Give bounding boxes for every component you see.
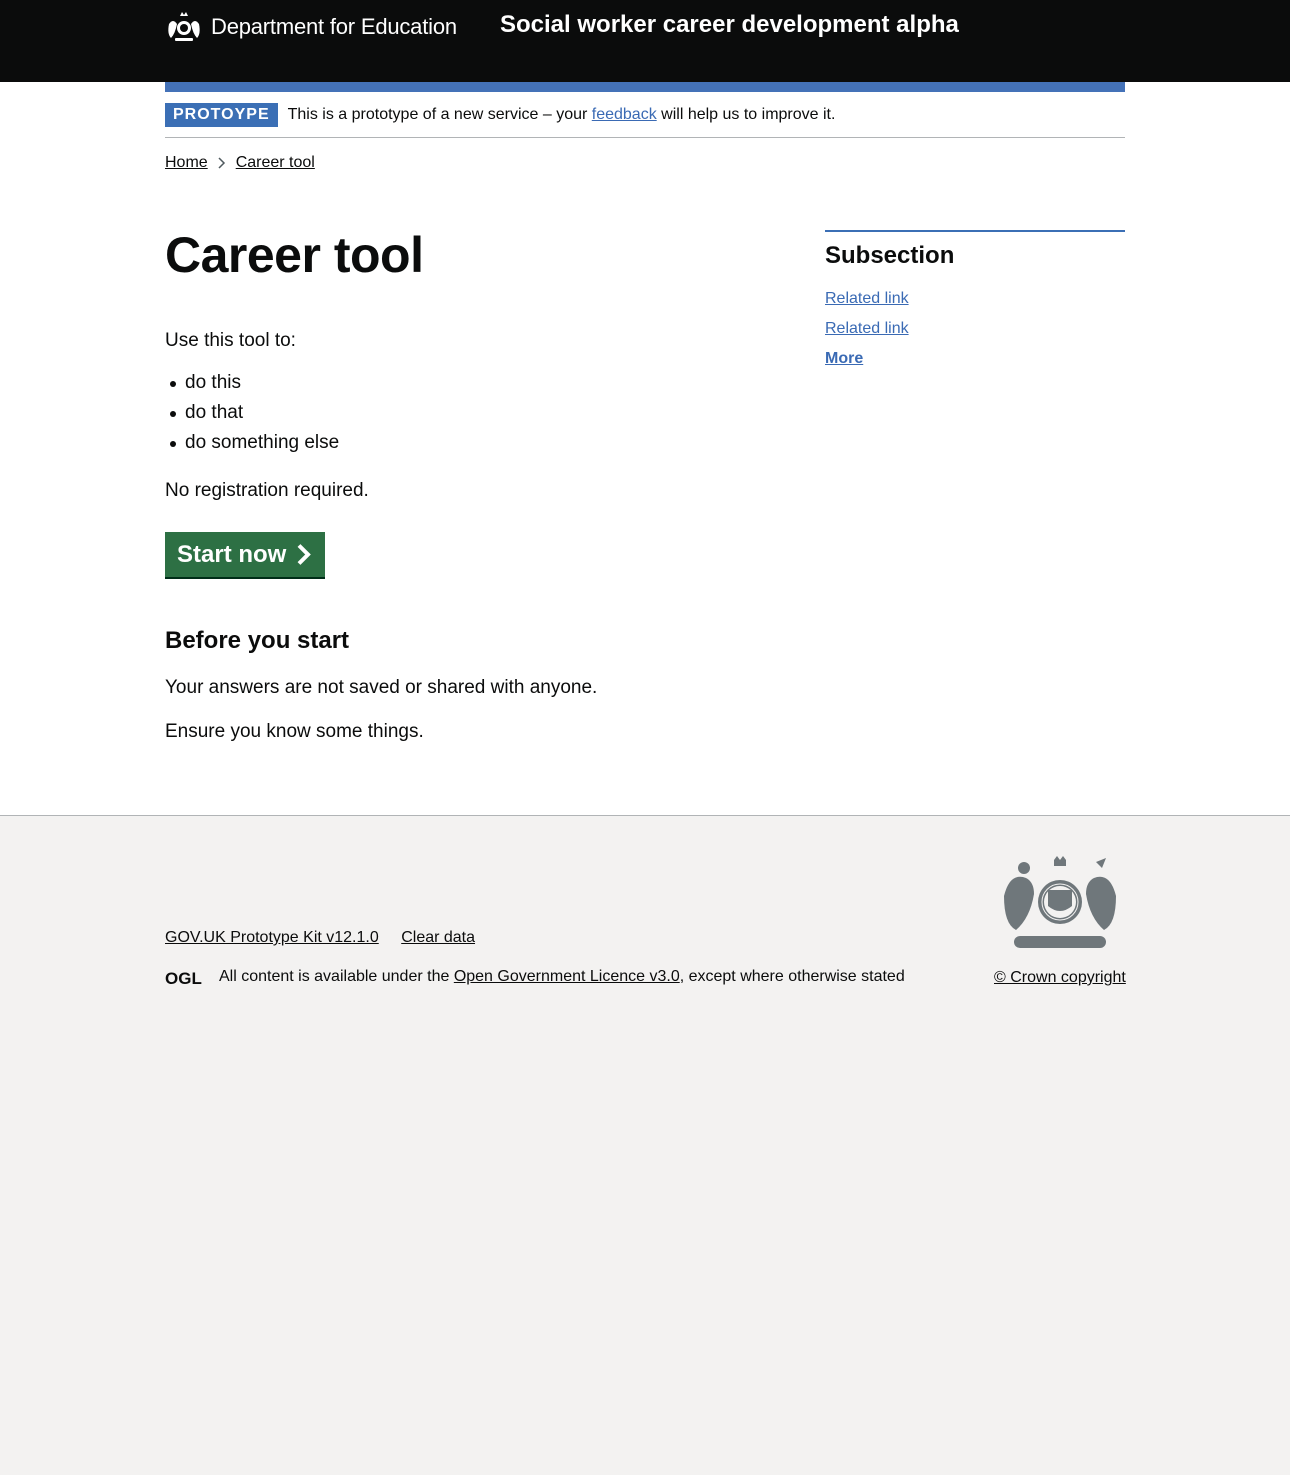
phase-banner: PROTOYPE This is a prototype of a new se… — [165, 92, 1125, 138]
registration-text: No registration required. — [165, 480, 369, 501]
page: Department for Education Social worker c… — [0, 0, 1290, 815]
footer-links: GOV.UK Prototype Kit v12.1.0 Clear data — [165, 929, 493, 947]
breadcrumb: Home Career tool — [165, 138, 1125, 188]
ensure-know-text: Ensure you know some things. — [165, 721, 424, 742]
related-links-list: Related link Related link More — [825, 290, 1125, 368]
list-item: Related link — [825, 290, 1125, 308]
crown-logo — [994, 856, 1125, 965]
related-link[interactable]: Related link — [825, 290, 909, 307]
clear-data-link[interactable]: Clear data — [401, 929, 475, 946]
content-container: PROTOYPE This is a prototype of a new se… — [165, 82, 1125, 815]
before-you-start-heading: Before you start — [165, 627, 350, 654]
breadcrumb-career-tool[interactable]: Career tool — [236, 154, 315, 172]
organisation-name: Department for Education — [211, 14, 457, 39]
list-item: More — [825, 350, 1125, 368]
licence-before: All content is available under the — [219, 968, 454, 985]
header-logo[interactable]: Department for Education — [165, 10, 457, 44]
ogl-logo-text: OGL — [165, 969, 202, 986]
start-button-label: Start now — [177, 540, 287, 568]
main-content: Career tool Use this tool to: do this do… — [165, 188, 1125, 815]
list-item: do that — [165, 398, 785, 428]
prototype-kit-link[interactable]: GOV.UK Prototype Kit v12.1.0 — [165, 929, 379, 946]
arrow-right-icon — [297, 544, 312, 565]
answers-not-saved-text: Your answers are not saved or shared wit… — [165, 677, 598, 698]
start-now-button[interactable]: Start now — [165, 532, 326, 577]
subsection-heading: Subsection — [825, 242, 955, 269]
breadcrumb-home[interactable]: Home — [165, 154, 208, 172]
page-title: Career tool — [165, 227, 424, 283]
feedback-link[interactable]: feedback — [592, 106, 657, 123]
licence-statement: OGL All content is available under the O… — [165, 968, 905, 986]
related-content-sidebar: Subsection Related link Related link Mor… — [825, 230, 1125, 765]
list-item: do something else — [165, 428, 785, 458]
intro-text: Use this tool to: — [165, 330, 296, 351]
phase-text-before: This is a prototype of a new service – y… — [287, 105, 592, 123]
royal-coat-of-arms-icon — [1003, 856, 1116, 948]
site-header: Department for Education Social worker c… — [0, 0, 1290, 82]
tool-uses-list: do this do that do something else — [165, 368, 785, 458]
crown-copyright-link[interactable]: © Crown copyright — [994, 969, 1126, 987]
more-link[interactable]: More — [825, 350, 863, 367]
list-item: do this — [165, 368, 785, 398]
phase-text-after: will help us to improve it. — [656, 105, 836, 123]
licence-after: , except where otherwise stated — [679, 968, 905, 985]
main-column: Career tool Use this tool to: do this do… — [165, 227, 785, 765]
open-government-licence-link[interactable]: Open Government Licence v3.0 — [454, 968, 680, 985]
related-link[interactable]: Related link — [825, 320, 909, 337]
licence-text: All content is available under the Open … — [219, 968, 905, 986]
royal-crest-icon — [168, 12, 200, 41]
chevron-right-icon — [218, 157, 225, 169]
list-item: Related link — [825, 320, 1125, 338]
phase-tag: PROTOYPE — [165, 102, 278, 127]
ogl-logo-icon: OGL — [165, 969, 202, 986]
service-name-link[interactable]: Social worker career development alpha — [500, 11, 959, 39]
site-footer: GOV.UK Prototype Kit v12.1.0 Clear data … — [0, 815, 1290, 1475]
phase-banner-text: This is a prototype of a new service – y… — [288, 106, 836, 124]
header-accent-bar — [165, 82, 1125, 92]
